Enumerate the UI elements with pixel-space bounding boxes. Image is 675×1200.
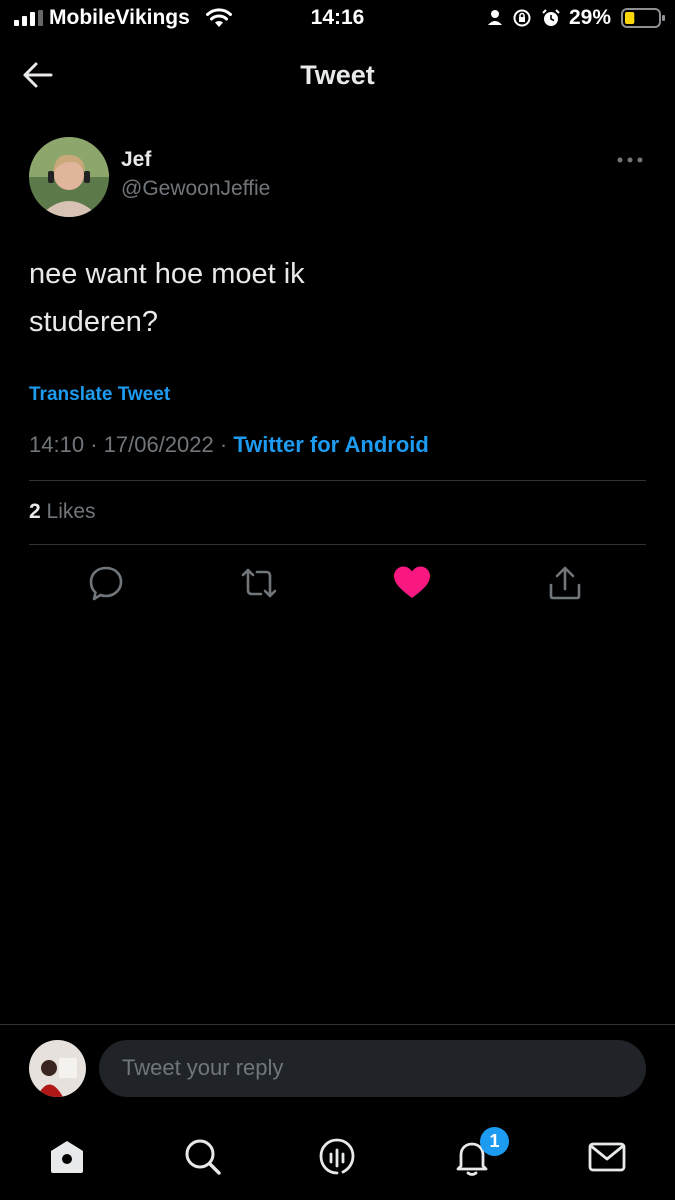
messages-icon [588,1142,626,1172]
meta-separator: · [90,432,98,457]
divider [29,544,646,545]
nav-messages[interactable] [585,1135,629,1179]
nav-home[interactable] [45,1135,89,1179]
author-name[interactable]: Jef [121,148,151,172]
tweet-metadata: 14:10 · 17/06/2022 · Twitter for Android [29,432,429,458]
author-handle[interactable]: @GewoonJeffie [121,177,270,201]
status-icons [488,9,560,27]
reply-placeholder: Tweet your reply [122,1055,284,1080]
nav-search[interactable] [180,1135,224,1179]
page-title: Tweet [300,60,375,90]
tweet-text-line: studeren? [29,306,158,338]
reply-divider [0,1024,675,1025]
like-icon [394,566,430,598]
more-options-icon[interactable] [614,152,646,168]
alarm-icon [542,9,560,26]
person-icon [488,10,502,25]
likes-number: 2 [29,500,41,523]
retweet-button[interactable] [239,563,279,603]
divider [29,480,646,481]
tweet-date: 17/06/2022 [103,432,214,457]
meta-separator: · [219,432,228,457]
user-avatar[interactable] [29,1040,86,1097]
search-icon [185,1139,221,1175]
rotation-lock-icon [513,9,531,27]
share-button[interactable] [545,563,585,603]
home-icon [51,1141,83,1173]
like-button[interactable] [392,563,432,603]
likes-label: Likes [46,500,96,523]
tweet-time: 14:10 [29,432,85,457]
author-avatar[interactable] [29,137,109,217]
status-bar: MobileVikings 14:16 29% [0,0,675,40]
nav-spaces[interactable] [315,1135,359,1179]
tweet-text: nee want hoe moet ik studeren? [29,250,649,346]
share-icon [549,566,581,600]
tweet-source-link[interactable]: Twitter for Android [233,432,429,457]
battery-icon [621,8,665,28]
battery-percent: 29% [569,6,612,29]
likes-count[interactable]: 2 Likes [29,500,96,524]
reply-icon [89,566,123,601]
retweet-icon [241,568,277,598]
reply-button[interactable] [86,563,126,603]
spaces-icon [319,1138,355,1175]
tweet-text-line: nee want hoe moet ik [29,258,305,290]
translate-tweet-link[interactable]: Translate Tweet [29,384,170,406]
notifications-badge: 1 [480,1127,509,1156]
